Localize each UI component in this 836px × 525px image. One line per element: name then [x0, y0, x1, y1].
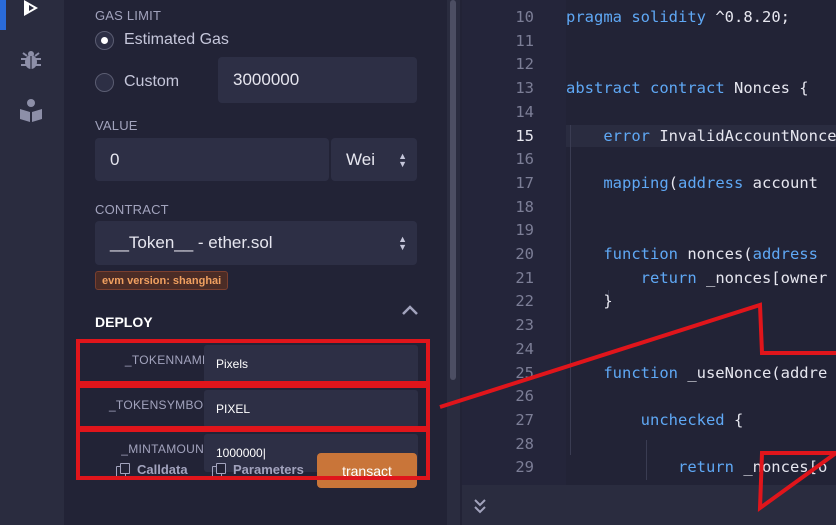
code-text: function nonces(address — [603, 245, 818, 263]
value-label: VALUE — [95, 118, 138, 133]
line-number: 11 — [515, 31, 534, 50]
code-line: 22 } — [462, 292, 836, 316]
contract-label: CONTRACT — [95, 202, 169, 217]
estimated-gas-label: Estimated Gas — [124, 31, 229, 48]
gas-limit-label: GAS LIMIT — [95, 8, 162, 23]
deploy-run-panel: GAS LIMIT Estimated Gas Custom 3000000 V… — [64, 0, 447, 525]
line-number: 12 — [515, 55, 534, 74]
code-line: 14 — [462, 103, 836, 127]
line-number: 27 — [515, 410, 534, 429]
code-line: 13 abstract contract Nonces { — [462, 79, 836, 103]
line-number: 17 — [515, 173, 534, 192]
line-number: 28 — [515, 434, 534, 453]
code-line: 25 function _useNonce(addre — [462, 364, 836, 388]
line-number: 18 — [515, 197, 534, 216]
value-amount: 0 — [110, 149, 120, 169]
code-line: 24 — [462, 340, 836, 364]
line-number: 29 — [515, 458, 534, 477]
terminal-bar — [462, 485, 836, 525]
line-number: 21 — [515, 268, 534, 287]
custom-gas-value: 3000000 — [233, 70, 300, 89]
code-text: mapping(address account — [603, 173, 818, 192]
param-label: _TOKENNAME: — [124, 353, 214, 367]
param-label: _MINTAMOUNT: — [121, 442, 214, 456]
param-label: _TOKENSYMBOL: — [108, 398, 214, 412]
code-editor[interactable]: 10 pragma solidity ^0.8.20; 11 12 13 abstract… — [462, 0, 836, 485]
code-line: 10 pragma solidity ^0.8.20; — [462, 8, 836, 32]
line-number: 25 — [515, 363, 534, 382]
panel-scrollbar-thumb[interactable] — [450, 0, 456, 380]
code-text: return _nonces[o — [677, 458, 828, 477]
param-value: Pixels — [216, 357, 249, 371]
param-value: 1000000 — [216, 446, 263, 460]
contract-selected: __Token__ - ether.sol — [110, 233, 273, 252]
select-arrows-icon: ▲ ▼ — [398, 234, 407, 252]
line-number: 19 — [515, 221, 534, 240]
code-text: pragma solidity ^0.8.20; — [566, 8, 790, 26]
icon-rail — [0, 0, 64, 525]
deploy-title: DEPLOY — [95, 314, 153, 330]
parameters-button[interactable]: Parameters — [212, 462, 304, 477]
custom-gas-label: Custom — [124, 73, 180, 90]
estimated-gas-radio[interactable] — [95, 31, 114, 50]
param-row-tokensymbol: _TOKENSYMBOL: PIXEL — [80, 386, 430, 428]
code-line: 28 — [462, 435, 836, 459]
line-number: 13 — [515, 79, 534, 98]
copy-icon — [116, 463, 130, 477]
active-plugin-indicator — [0, 0, 6, 30]
line-number: 16 — [515, 150, 534, 169]
code-line: 11 — [462, 32, 836, 56]
tokenname-input[interactable]: Pixels — [204, 345, 418, 383]
code-line: 15 error InvalidAccountNonce — [462, 127, 836, 151]
copy-icon — [212, 463, 226, 477]
learn-icon[interactable] — [18, 97, 44, 123]
code-text: } — [566, 292, 613, 311]
line-number: 22 — [515, 292, 534, 311]
remix-ide-window: GAS LIMIT Estimated Gas Custom 3000000 V… — [0, 0, 836, 525]
evm-version-badge: evm version: shanghai — [95, 271, 229, 290]
contract-select[interactable]: __Token__ - ether.sol ▲ ▼ — [95, 221, 417, 265]
custom-gas-radio[interactable] — [95, 73, 114, 92]
param-row-tokenname: _TOKENNAME: Pixels — [80, 341, 430, 383]
calldata-button[interactable]: Calldata — [116, 462, 188, 477]
transact-button[interactable]: transact — [317, 453, 417, 488]
code-line: 26 — [462, 387, 836, 411]
code-line: 12 — [462, 55, 836, 79]
line-number: 24 — [515, 339, 534, 358]
debug-bug-icon[interactable] — [18, 47, 44, 73]
select-arrows-icon: ▲ ▼ — [398, 150, 407, 169]
line-number: 10 — [515, 8, 534, 26]
code-line: 29 return _nonces[o — [462, 458, 836, 482]
param-value: PIXEL — [216, 402, 251, 416]
code-line: 16 — [462, 150, 836, 174]
value-input[interactable]: 0 — [95, 138, 329, 181]
code-text: function _useNonce(addre — [603, 363, 828, 382]
code-line: 20 function nonces(address — [462, 245, 836, 269]
line-number: 23 — [515, 316, 534, 335]
line-number: 26 — [515, 387, 534, 406]
code-line: 21 return _nonces[owner — [462, 269, 836, 293]
parameters-label: Parameters — [233, 462, 304, 477]
value-unit: Wei — [346, 149, 375, 169]
code-text: unchecked { — [640, 410, 744, 429]
code-line: 17 mapping(address account — [462, 174, 836, 198]
code-line: 18 — [462, 198, 836, 222]
line-number: 14 — [515, 102, 534, 121]
line-number: 15 — [515, 126, 534, 145]
double-chevron-down-icon[interactable] — [472, 497, 488, 515]
line-number: 20 — [515, 245, 534, 263]
custom-gas-input[interactable]: 3000000 — [218, 57, 417, 103]
code-text: error InvalidAccountNonce — [603, 126, 836, 145]
code-text: abstract contract Nonces { — [566, 79, 809, 98]
deploy-icon[interactable] — [18, 0, 44, 22]
code-line: 27 unchecked { — [462, 411, 836, 435]
calldata-label: Calldata — [137, 462, 188, 477]
code-line: 19 — [462, 221, 836, 245]
value-unit-select[interactable]: Wei ▲ ▼ — [331, 138, 417, 181]
tokensymbol-input[interactable]: PIXEL — [204, 390, 418, 428]
code-text: return _nonces[owner — [640, 268, 828, 287]
code-line: 23 — [462, 316, 836, 340]
chevron-up-icon[interactable] — [400, 302, 420, 318]
